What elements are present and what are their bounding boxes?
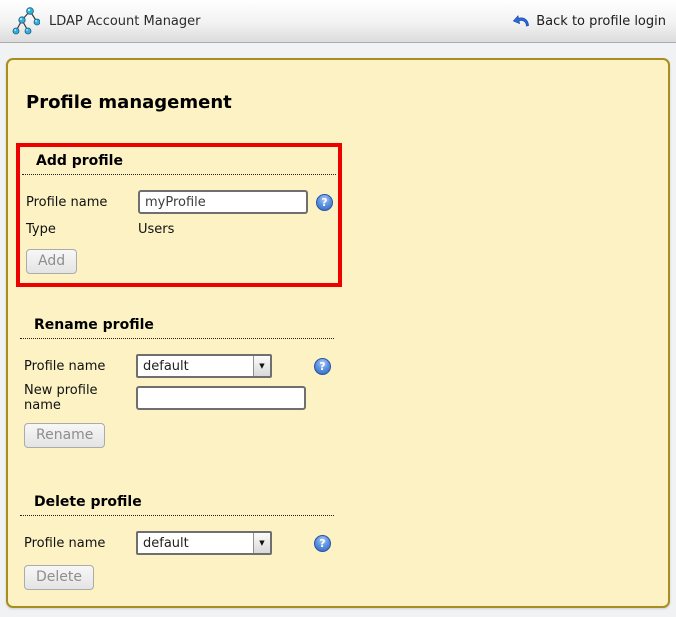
profile-name-label: Profile name bbox=[24, 359, 136, 374]
add-profile-legend: Add profile bbox=[22, 153, 336, 175]
profile-name-label: Profile name bbox=[26, 195, 138, 210]
back-to-profile-login-link[interactable]: Back to profile login bbox=[512, 13, 666, 29]
page-title: Profile management bbox=[26, 92, 668, 113]
type-value: Users bbox=[138, 222, 316, 237]
app-title: LDAP Account Manager bbox=[49, 14, 201, 29]
dropdown-arrow-icon[interactable]: ▼ bbox=[253, 356, 270, 376]
selected-profile-value: default bbox=[138, 536, 253, 551]
new-profile-name-row: New profile name bbox=[24, 383, 334, 413]
rename-profile-section: Rename profile Profile name default ▼ ? … bbox=[20, 317, 334, 448]
help-icon[interactable]: ? bbox=[314, 358, 331, 375]
delete-profile-name-row: Profile name default ▼ ? bbox=[24, 531, 334, 555]
add-profile-type-row: Type Users bbox=[26, 219, 336, 239]
lam-tree-logo-icon bbox=[12, 5, 40, 37]
delete-profile-legend: Delete profile bbox=[20, 494, 334, 516]
rename-profile-select[interactable]: default ▼ bbox=[136, 354, 272, 378]
help-icon[interactable]: ? bbox=[316, 194, 333, 211]
add-profile-name-row: Profile name ? bbox=[26, 190, 336, 214]
delete-profile-select[interactable]: default ▼ bbox=[136, 531, 272, 555]
content-frame: Profile management Add profile Profile n… bbox=[6, 58, 670, 608]
new-profile-name-label: New profile name bbox=[24, 383, 136, 413]
add-profile-highlight-box: Add profile Profile name ? Type Users Ad… bbox=[16, 143, 342, 287]
delete-button[interactable]: Delete bbox=[24, 565, 94, 590]
profile-name-label: Profile name bbox=[24, 536, 136, 551]
back-link-label: Back to profile login bbox=[536, 14, 666, 29]
rename-button[interactable]: Rename bbox=[24, 423, 105, 448]
add-button[interactable]: Add bbox=[26, 249, 77, 274]
add-profile-name-input[interactable] bbox=[138, 190, 308, 214]
new-profile-name-input[interactable] bbox=[136, 386, 306, 410]
type-label: Type bbox=[26, 222, 138, 237]
app-brand: LDAP Account Manager bbox=[12, 5, 201, 37]
rename-profile-legend: Rename profile bbox=[20, 317, 334, 339]
add-profile-section: Add profile Profile name ? Type Users Ad… bbox=[22, 153, 336, 274]
rename-profile-name-row: Profile name default ▼ ? bbox=[24, 354, 334, 378]
dropdown-arrow-icon[interactable]: ▼ bbox=[253, 533, 270, 553]
top-header-bar: LDAP Account Manager Back to profile log… bbox=[0, 0, 676, 43]
back-arrow-icon bbox=[512, 13, 530, 29]
delete-profile-section: Delete profile Profile name default ▼ ? … bbox=[20, 494, 334, 590]
selected-profile-value: default bbox=[138, 359, 253, 374]
help-icon[interactable]: ? bbox=[314, 535, 331, 552]
